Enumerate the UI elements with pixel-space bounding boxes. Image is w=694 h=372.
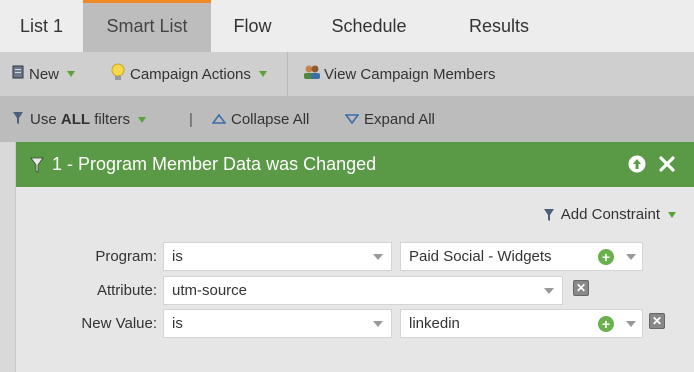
- attribute-value-text: utm-source: [172, 282, 248, 299]
- filter-panel: 1 - Program Member Data was Changed Add …: [15, 142, 694, 372]
- chevron-down-icon: [626, 321, 636, 327]
- campaign-actions-label: Campaign Actions: [130, 65, 251, 83]
- chevron-down-icon: [668, 211, 676, 218]
- view-campaign-members-label: View Campaign Members: [324, 65, 496, 83]
- funnel-icon: [10, 110, 26, 130]
- triangle-up-icon: [211, 111, 227, 128]
- use-suffix: filters: [94, 111, 131, 128]
- chevron-down-icon: [67, 71, 76, 77]
- tab-bar: List 1 Smart List Flow Schedule Results: [0, 0, 694, 52]
- filter-funnel-icon[interactable]: [28, 156, 46, 174]
- triangle-down-icon: [344, 111, 360, 128]
- attribute-label: Attribute:: [96, 282, 157, 299]
- filter-toolbar: Use ALL filters | Collapse All Expand Al…: [0, 97, 694, 142]
- remove-constraint-icon[interactable]: ✕: [573, 280, 589, 296]
- use-filters-button[interactable]: Use ALL filters: [0, 97, 170, 142]
- expand-all-button[interactable]: Expand All: [344, 97, 435, 142]
- tab-schedule[interactable]: Schedule: [294, 0, 444, 52]
- tab-list-1[interactable]: List 1: [0, 0, 83, 52]
- new-value-select[interactable]: linkedin +: [400, 309, 643, 338]
- plus-icon[interactable]: +: [598, 249, 614, 265]
- plus-icon[interactable]: +: [598, 316, 614, 332]
- move-up-icon[interactable]: [628, 155, 646, 173]
- new-value-operator-value: is: [172, 315, 183, 332]
- program-operator-select[interactable]: is: [163, 242, 392, 271]
- add-constraint-button[interactable]: Add Constraint: [541, 206, 676, 223]
- chevron-down-icon: [373, 321, 383, 327]
- main-toolbar: New Campaign Actions View Campaign Membe…: [0, 51, 694, 97]
- new-label: New: [29, 65, 60, 83]
- new-value-label: New Value:: [81, 315, 157, 332]
- use-value: ALL: [60, 111, 91, 128]
- tab-results[interactable]: Results: [444, 0, 554, 52]
- program-value-text: Paid Social - Widgets: [409, 248, 552, 265]
- chevron-down-icon: [544, 288, 554, 294]
- new-value-operator-select[interactable]: is: [163, 309, 392, 338]
- add-constraint-label: Add Constraint: [560, 206, 660, 223]
- program-value-select[interactable]: Paid Social - Widgets +: [400, 242, 643, 271]
- filter-bar-separator: |: [189, 111, 193, 128]
- remove-constraint-icon[interactable]: ✕: [649, 313, 665, 329]
- new-button[interactable]: New: [0, 52, 110, 97]
- funnel-icon: [541, 207, 557, 223]
- collapse-all-label: Collapse All: [231, 111, 310, 128]
- filter-title: 1 - Program Member Data was Changed: [52, 154, 377, 174]
- new-value-text: linkedin: [409, 315, 460, 332]
- new-icon: [12, 65, 24, 83]
- filter-header: 1 - Program Member Data was Changed: [16, 142, 694, 187]
- chevron-down-icon: [258, 71, 267, 77]
- attribute-select[interactable]: utm-source: [163, 276, 563, 305]
- members-icon: [303, 64, 321, 84]
- view-campaign-members-button[interactable]: View Campaign Members: [288, 52, 495, 97]
- chevron-down-icon: [138, 116, 147, 123]
- tab-smart-list[interactable]: Smart List: [83, 0, 211, 52]
- program-label: Program:: [95, 248, 157, 265]
- lightbulb-icon: [110, 63, 126, 85]
- program-operator-value: is: [172, 248, 183, 265]
- chevron-down-icon: [373, 254, 383, 260]
- use-prefix: Use: [30, 111, 57, 128]
- tab-flow[interactable]: Flow: [211, 0, 294, 52]
- expand-all-label: Expand All: [364, 111, 435, 128]
- campaign-actions-button[interactable]: Campaign Actions: [110, 52, 287, 97]
- collapse-all-button[interactable]: Collapse All: [211, 97, 345, 142]
- close-icon[interactable]: [658, 155, 676, 173]
- chevron-down-icon: [626, 254, 636, 260]
